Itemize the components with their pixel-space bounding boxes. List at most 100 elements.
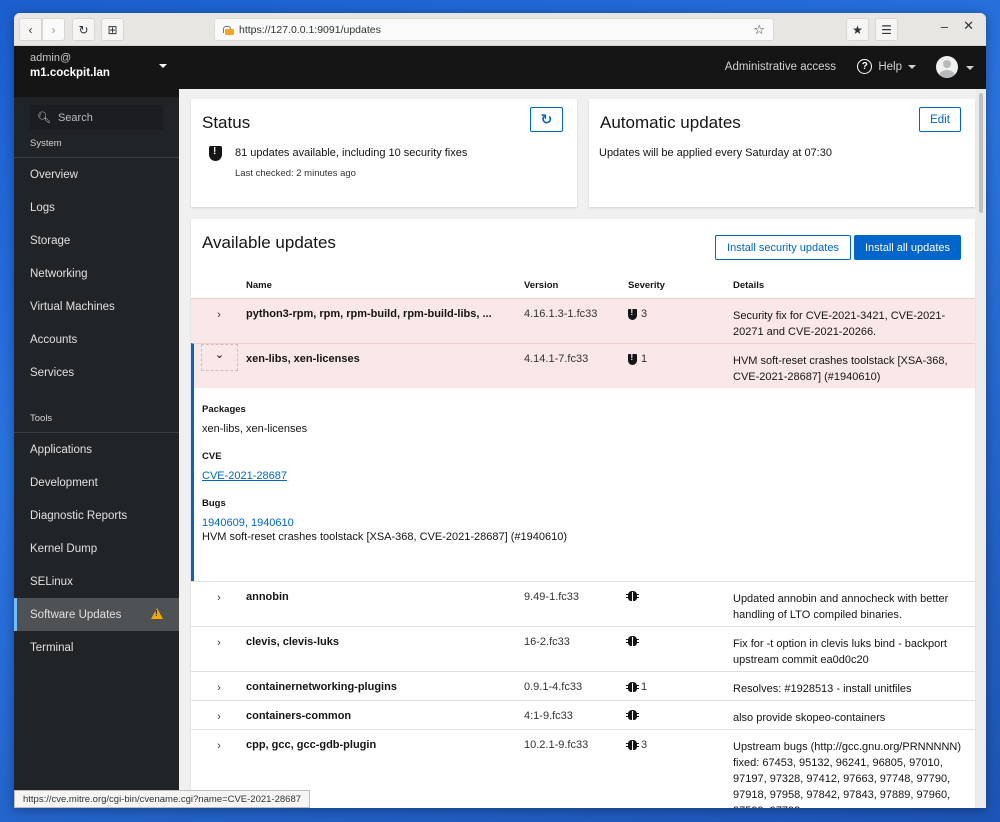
updates-table: › python3-rpm, rpm, rpm-build, rpm-build-… bbox=[191, 298, 975, 808]
packages-label: Packages bbox=[202, 404, 246, 415]
expand-toggle-button[interactable]: › bbox=[209, 709, 229, 725]
section-tools: Tools bbox=[14, 405, 179, 433]
menu-button[interactable]: ☰ bbox=[875, 18, 898, 41]
sidebar-item-logs[interactable]: Logs bbox=[14, 191, 179, 224]
sidebar-item-overview[interactable]: Overview bbox=[14, 158, 179, 191]
table-row[interactable]: › clevis, clevis-luks 16-2.fc33 Fix for -t … bbox=[191, 626, 975, 671]
sidebar: admin@ m1.cockpit.lan 🔍︎ Search System O… bbox=[14, 46, 179, 808]
search-input[interactable]: 🔍︎ Search bbox=[30, 105, 163, 130]
package-name: clevis, clevis-luks bbox=[246, 636, 339, 648]
package-version: 4.14.1-7.fc33 bbox=[524, 353, 589, 365]
sidebar-item-label: Development bbox=[30, 476, 98, 489]
package-version: 4.16.1.3-1.fc33 bbox=[524, 308, 598, 320]
bookmark-icon: ★ bbox=[852, 22, 863, 37]
cockpit-app: admin@ m1.cockpit.lan 🔍︎ Search System O… bbox=[14, 46, 986, 808]
chevron-right-icon: › bbox=[51, 22, 56, 37]
new-tab-button[interactable]: ⊞ bbox=[101, 18, 124, 41]
administrative-access-button[interactable]: Administrative access bbox=[725, 61, 836, 73]
help-menu[interactable]: ? Help bbox=[857, 59, 916, 74]
severity-count: 3 bbox=[641, 308, 648, 320]
expand-toggle-button[interactable]: › bbox=[209, 307, 229, 323]
package-version: 10.2.1-9.fc33 bbox=[524, 739, 589, 751]
sidebar-item-selinux[interactable]: SELinux bbox=[14, 565, 179, 598]
edit-button[interactable]: Edit bbox=[919, 107, 961, 132]
severity: 1 bbox=[626, 681, 647, 693]
sidebar-item-accounts[interactable]: Accounts bbox=[14, 323, 179, 356]
caret-down-icon[interactable] bbox=[966, 66, 974, 70]
package-version: 9.49-1.fc33 bbox=[524, 591, 580, 603]
table-row[interactable]: ⌄ xen-libs, xen-licenses 4.14.1-7.fc33 1 HVM… bbox=[191, 343, 975, 388]
sidebar-item-services[interactable]: Services bbox=[14, 356, 179, 389]
sidebar-item-virtual-machines[interactable]: Virtual Machines bbox=[14, 290, 179, 323]
expand-toggle-button[interactable]: › bbox=[209, 680, 229, 696]
sidebar-item-label: Diagnostic Reports bbox=[30, 509, 128, 522]
sidebar-item-label: Applications bbox=[30, 443, 93, 456]
automatic-updates-card: Automatic updates Edit Updates will be a… bbox=[589, 99, 975, 207]
minimize-button[interactable]: – bbox=[941, 19, 948, 34]
main-content: Status ↻ 81 updates available, including… bbox=[179, 89, 986, 808]
caret-down-icon bbox=[908, 64, 916, 69]
install-security-updates-button[interactable]: Install security updates bbox=[715, 235, 851, 260]
expanded-details: Packages xen-libs, xen-licenses CVE CVE-202… bbox=[191, 388, 975, 581]
bug-icon bbox=[626, 740, 639, 750]
sidebar-item-software-updates[interactable]: Software Updates bbox=[14, 598, 179, 631]
shield-icon bbox=[628, 308, 637, 320]
shield-icon bbox=[628, 353, 637, 365]
table-row[interactable]: › containers-common 4:1-9.fc33 also provide… bbox=[191, 700, 975, 729]
sidebar-item-label: SELinux bbox=[30, 575, 73, 588]
status-card: Status ↻ 81 updates available, including… bbox=[191, 99, 577, 207]
sidebar-item-terminal[interactable]: Terminal bbox=[14, 631, 179, 664]
link-status-url: https://cve.mitre.org/cgi-bin/cvename.cg… bbox=[14, 790, 311, 808]
column-details[interactable]: Details bbox=[733, 280, 764, 291]
url-bar[interactable]: https://127.0.0.1:9091/updates ☆ bbox=[214, 18, 774, 41]
browser-window: ‹ › ↻ ⊞ https://127.0.0.1:9091/updates ☆… bbox=[14, 13, 986, 808]
sidebar-item-diagnostic-reports[interactable]: Diagnostic Reports bbox=[14, 499, 179, 532]
table-row[interactable]: › python3-rpm, rpm, rpm-build, rpm-build-… bbox=[191, 298, 975, 343]
help-icon: ? bbox=[857, 59, 873, 74]
bookmark-star-icon[interactable]: ☆ bbox=[753, 22, 765, 38]
package-name: cpp, gcc, gcc-gdb-plugin bbox=[246, 739, 377, 751]
update-details: Security fix for CVE-2021-3421, CVE-2021… bbox=[733, 310, 946, 338]
reload-button[interactable]: ↻ bbox=[72, 18, 95, 41]
cve-link[interactable]: CVE-2021-28687 bbox=[202, 470, 287, 482]
table-row[interactable]: › annobin 9.49-1.fc33 Updated annobin and a… bbox=[191, 581, 975, 626]
avatar[interactable] bbox=[936, 56, 958, 78]
sidebar-item-development[interactable]: Development bbox=[14, 466, 179, 499]
update-details: Updated annobin and annocheck with bette… bbox=[733, 593, 949, 621]
expand-toggle-button[interactable]: ⌄ bbox=[201, 344, 238, 371]
sidebar-item-storage[interactable]: Storage bbox=[14, 224, 179, 257]
expand-toggle-button[interactable]: › bbox=[209, 738, 229, 754]
package-name: annobin bbox=[246, 591, 289, 603]
sidebar-item-networking[interactable]: Networking bbox=[14, 257, 179, 290]
bug-icon bbox=[626, 710, 639, 720]
table-row[interactable]: › containernetworking-plugins 0.9.1-4.fc33… bbox=[191, 671, 975, 700]
bookmarks-button[interactable]: ★ bbox=[846, 18, 869, 41]
column-version[interactable]: Version bbox=[524, 280, 558, 291]
severity: 3 bbox=[626, 739, 647, 751]
host-switcher[interactable]: admin@ m1.cockpit.lan bbox=[14, 46, 179, 97]
cve-label: CVE bbox=[202, 451, 222, 462]
back-button[interactable]: ‹ bbox=[19, 18, 42, 41]
close-window-button[interactable]: ✕ bbox=[963, 18, 974, 34]
column-severity[interactable]: Severity bbox=[628, 280, 665, 291]
browser-toolbar: ‹ › ↻ ⊞ https://127.0.0.1:9091/updates ☆… bbox=[14, 13, 986, 46]
refresh-button[interactable]: ↻ bbox=[530, 107, 563, 132]
available-updates-title: Available updates bbox=[202, 233, 336, 252]
install-all-updates-button[interactable]: Install all updates bbox=[854, 235, 961, 260]
expand-toggle-button[interactable]: › bbox=[209, 590, 229, 606]
host-user: admin@ bbox=[30, 52, 72, 64]
forward-button[interactable]: › bbox=[42, 18, 65, 41]
scrollbar[interactable] bbox=[976, 89, 986, 808]
bug-link[interactable]: 1940610 bbox=[251, 517, 294, 529]
package-name: containernetworking-plugins bbox=[246, 681, 397, 693]
last-checked: Last checked: 2 minutes ago bbox=[235, 168, 356, 179]
search-placeholder: Search bbox=[57, 111, 93, 124]
expand-toggle-button[interactable]: › bbox=[209, 635, 229, 651]
sidebar-item-label: Accounts bbox=[30, 333, 78, 346]
bug-link[interactable]: 1940609 bbox=[202, 517, 245, 529]
bug-icon bbox=[626, 636, 639, 646]
column-name[interactable]: Name bbox=[246, 280, 272, 291]
sidebar-item-applications[interactable]: Applications bbox=[14, 433, 179, 466]
scroll-thumb[interactable] bbox=[979, 93, 983, 213]
sidebar-item-kernel-dump[interactable]: Kernel Dump bbox=[14, 532, 179, 565]
